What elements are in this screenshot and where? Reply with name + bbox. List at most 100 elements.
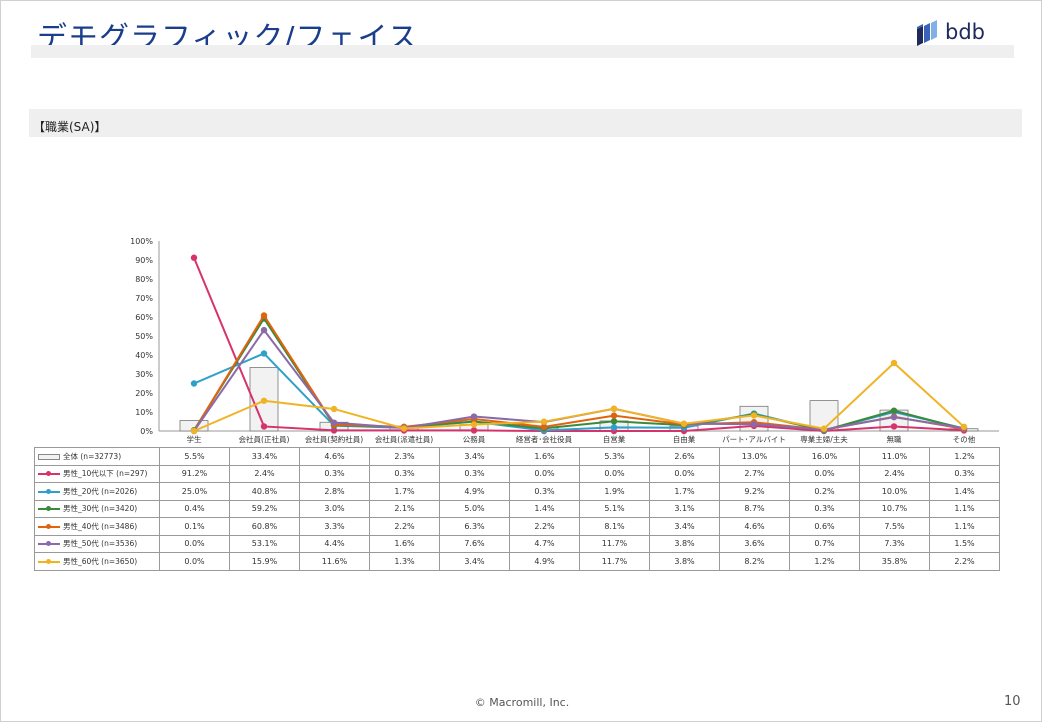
series-point [750, 412, 758, 419]
series-point [610, 405, 618, 412]
series-point [260, 326, 268, 334]
table-cell: 0.2% [789, 482, 860, 501]
table-cell: 8.7% [719, 499, 790, 518]
table-cell: 2.3% [369, 447, 440, 466]
table-cell: 0.0% [159, 534, 230, 553]
y-tick-label: 60% [135, 313, 153, 322]
table-cell: 11.6% [299, 552, 370, 571]
table-cell: 11.7% [579, 552, 650, 571]
series-name: 男性_50代 (n=3536) [63, 539, 138, 549]
table-row: 男性_60代 (n=3650) 0.0% 15.9% 11.6% 1.3% 3.4% 4.9… [34, 552, 1000, 571]
x-category-label: 会社員(正社員) [239, 434, 290, 444]
y-tick-label: 40% [135, 351, 153, 360]
table-row: 男性_20代 (n=2026) 25.0% 40.8% 2.8% 1.7% 4.9% 0.3… [34, 482, 1000, 501]
y-tick-label: 100% [130, 237, 153, 246]
series-point [330, 419, 338, 426]
series-name: 男性_20代 (n=2026) [63, 486, 138, 496]
series-name: 男性_40代 (n=3486) [63, 521, 138, 531]
legend-swatch-icon [38, 540, 60, 548]
table-cell: 2.2% [509, 517, 580, 536]
table-cell: 0.0% [159, 552, 230, 571]
table-cell: 11.7% [579, 534, 650, 553]
table-cell: 0.0% [649, 464, 720, 483]
x-category-label: 会社員(派遣社員) [375, 434, 433, 444]
y-tick-label: 90% [135, 256, 153, 265]
series-point [190, 380, 198, 387]
table-cell: 2.6% [649, 447, 720, 466]
page-number: 10 [1004, 694, 1021, 709]
table-cell: 3.1% [649, 499, 720, 518]
table-cell: 2.8% [299, 482, 370, 501]
table-row: 男性_10代以下 (n=297) 91.2% 2.4% 0.3% 0.3% 0.3% 0.0… [34, 464, 1000, 483]
table-cell: 1.2% [789, 552, 860, 571]
table-cell: 1.9% [579, 482, 650, 501]
legend-swatch-icon [38, 523, 60, 531]
table-cell: 0.3% [929, 464, 1000, 483]
x-category-label: 専業主婦/主夫 [800, 434, 848, 444]
table-cell: 0.3% [509, 482, 580, 501]
table-cell: 4.6% [299, 447, 370, 466]
table-cell: 6.3% [439, 517, 510, 536]
y-tick-label: 0% [140, 427, 153, 436]
series-point [610, 424, 618, 431]
x-category-label: 無職 [887, 434, 902, 444]
table-cell: 7.3% [859, 534, 930, 553]
table-cell: 3.4% [649, 517, 720, 536]
legend-swatch-icon [38, 505, 60, 513]
data-table: 全体 (n=32773) 5.5% 33.4% 4.6% 2.3% 3.4% 1.6% 5.3… [34, 447, 1000, 571]
series-point [820, 425, 828, 432]
table-cell: 0.3% [369, 464, 440, 483]
series-name: 男性_10代以下 (n=297) [63, 469, 148, 479]
table-cell: 0.7% [789, 534, 860, 553]
row-label: 男性_50代 (n=3536) [34, 534, 160, 553]
legend-swatch-icon [38, 470, 60, 478]
table-cell: 4.4% [299, 534, 370, 553]
table-cell: 4.9% [439, 482, 510, 501]
table-cell: 9.2% [719, 482, 790, 501]
series-line [193, 313, 965, 432]
table-cell: 33.4% [229, 447, 300, 466]
x-category-label: 公務員 [463, 434, 486, 444]
y-tick-label: 70% [135, 294, 153, 303]
series-line [193, 316, 965, 432]
series-point [680, 420, 688, 427]
y-tick-label: 30% [135, 370, 153, 379]
table-cell: 10.0% [859, 482, 930, 501]
x-category-label: 自由業 [673, 434, 696, 444]
table-cell: 0.0% [789, 464, 860, 483]
slide: { "page": { "title": "デモグラフィック/フェイス", "l… [0, 0, 1042, 722]
table-cell: 1.1% [929, 499, 1000, 518]
table-cell: 11.0% [859, 447, 930, 466]
table-cell: 59.2% [229, 499, 300, 518]
series-point [890, 407, 898, 414]
x-category-label: パート･アルバイト [722, 435, 786, 444]
table-cell: 35.8% [859, 552, 930, 571]
series-name: 全体 (n=32773) [63, 451, 122, 461]
legend-swatch-icon [38, 488, 60, 496]
series-point [260, 423, 268, 430]
table-cell: 4.9% [509, 552, 580, 571]
table-row: 男性_50代 (n=3536) 0.0% 53.1% 4.4% 1.6% 7.6% 4.7%… [34, 534, 1000, 553]
series-point [750, 420, 758, 428]
x-category-label: 経営者･会社役員 [516, 434, 573, 444]
copyright-footer: © Macromill, Inc. [474, 696, 570, 709]
table-cell: 10.7% [859, 499, 930, 518]
table-cell: 5.3% [579, 447, 650, 466]
table-cell: 0.1% [159, 517, 230, 536]
table-cell: 3.4% [439, 447, 510, 466]
table-row: 全体 (n=32773) 5.5% 33.4% 4.6% 2.3% 3.4% 1.6% 5.3… [34, 447, 1000, 466]
y-tick-label: 50% [135, 332, 153, 341]
table-cell: 1.7% [369, 482, 440, 501]
table-cell: 2.1% [369, 499, 440, 518]
series-point [470, 421, 478, 428]
legend-swatch-icon [38, 558, 60, 566]
series-point [890, 423, 898, 430]
series-point [890, 359, 898, 367]
table-cell: 5.1% [579, 499, 650, 518]
table-cell: 1.5% [929, 534, 1000, 553]
series-point [470, 427, 478, 434]
series-point [190, 427, 198, 435]
table-cell: 4.6% [719, 517, 790, 536]
table-cell: 3.4% [439, 552, 510, 571]
series-point [190, 254, 198, 261]
